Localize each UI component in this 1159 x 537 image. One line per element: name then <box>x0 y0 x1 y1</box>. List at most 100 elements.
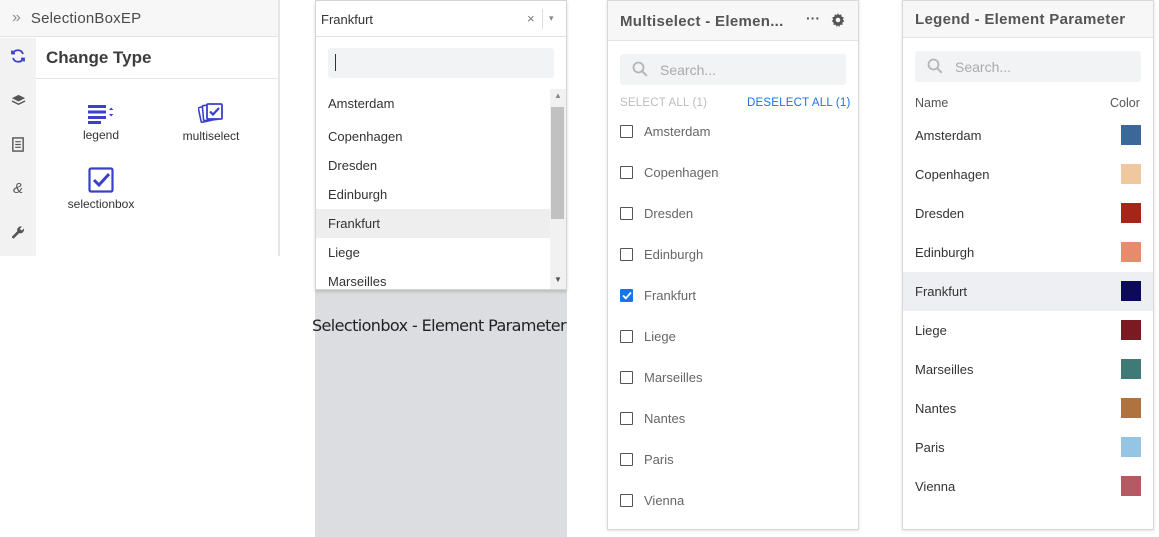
dropdown-option[interactable]: Dresden <box>316 151 550 180</box>
multiselect-option[interactable]: Dresden <box>620 203 693 223</box>
select-separator <box>542 9 543 29</box>
legend-row[interactable]: Copenhagen <box>903 155 1153 194</box>
dropdown-option[interactable]: Liege <box>316 238 550 267</box>
legend-item-name: Copenhagen <box>915 167 990 182</box>
dropdown-search-input[interactable] <box>328 48 554 78</box>
dropdown-option[interactable]: Amsterdam <box>316 89 550 118</box>
multiselect-option[interactable]: Marseilles <box>620 367 703 387</box>
type-tile-multiselect[interactable]: multiselect <box>156 101 266 143</box>
legend-item-name: Marseilles <box>915 362 974 377</box>
color-swatch <box>1121 320 1141 340</box>
option-label: Amsterdam <box>644 123 711 139</box>
legend-row[interactable]: Liege <box>903 311 1153 350</box>
search-icon <box>632 61 648 82</box>
type-tile-selectionbox[interactable]: selectionbox <box>46 167 156 211</box>
scroll-up-icon[interactable]: ▲ <box>554 91 562 100</box>
tile-label: legend <box>82 128 120 142</box>
option-label: Paris <box>644 451 674 467</box>
more-options-icon[interactable]: ··· <box>806 10 820 26</box>
search-icon <box>927 58 943 79</box>
color-swatch <box>1121 203 1141 223</box>
selectionbox-icon <box>88 167 114 193</box>
multiselect-option[interactable]: Edinburgh <box>620 244 703 264</box>
dropdown-option[interactable]: Marseilles <box>316 267 550 289</box>
scrollbar-thumb[interactable] <box>551 107 564 219</box>
dropdown-option[interactable]: Edinburgh <box>316 180 550 209</box>
legend-row[interactable]: Dresden <box>903 194 1153 233</box>
option-label: Vienna <box>644 492 685 508</box>
legend-row[interactable]: Paris <box>903 428 1153 467</box>
expand-chevron-icon[interactable]: » <box>12 9 21 27</box>
multiselect-option[interactable]: Liege <box>620 326 676 346</box>
checkbox[interactable] <box>620 206 633 220</box>
color-swatch <box>1121 359 1141 379</box>
multiselect-search-input[interactable]: Search... <box>620 54 846 85</box>
checkbox[interactable] <box>620 493 633 507</box>
multiselect-panel: Multiselect - Elemen... ··· Search... SE… <box>607 0 859 530</box>
legend-row[interactable]: Edinburgh <box>903 233 1153 272</box>
tile-label: selectionbox <box>67 197 135 211</box>
text-caret <box>335 54 336 71</box>
gear-icon[interactable] <box>831 13 845 32</box>
color-swatch <box>1121 164 1141 184</box>
dropdown-option[interactable]: Copenhagen <box>316 122 550 151</box>
checkbox[interactable] <box>620 411 633 425</box>
select-all-link[interactable]: SELECT ALL (1) <box>620 97 707 109</box>
selected-value: Frankfurt <box>321 12 374 27</box>
multiselect-option[interactable]: Copenhagen <box>620 162 718 182</box>
wrench-icon[interactable] <box>8 222 28 242</box>
dropdown-option-selected[interactable]: Frankfurt <box>316 209 550 238</box>
legend-row[interactable]: Vienna <box>903 467 1153 506</box>
scroll-down-icon[interactable]: ▼ <box>554 275 562 284</box>
checkbox[interactable] <box>620 370 633 384</box>
multiselect-option[interactable]: Amsterdam <box>620 121 710 141</box>
multiselect-option[interactable]: Frankfurt <box>620 285 696 305</box>
legend-item-name: Paris <box>915 440 945 455</box>
legend-row[interactable]: Frankfurt <box>903 272 1153 311</box>
deselect-all-link[interactable]: DESELECT ALL (1) <box>747 97 851 109</box>
type-tile-legend[interactable]: legend <box>46 104 156 142</box>
legend-item-name: Edinburgh <box>915 245 975 260</box>
checkbox[interactable] <box>620 452 633 466</box>
legend-item-name: Amsterdam <box>915 128 982 143</box>
legend-icon <box>88 105 114 124</box>
legend-item-name: Liege <box>915 323 947 338</box>
change-type-panel: » SelectionBoxEP & Change Type legend mu… <box>0 0 280 256</box>
checkbox[interactable] <box>620 329 633 343</box>
refresh-icon[interactable] <box>8 46 28 66</box>
legend-header: Legend - Element Parameter <box>903 1 1153 38</box>
chevron-down-icon[interactable]: ▾ <box>549 13 554 24</box>
checkbox-checked[interactable] <box>620 288 633 302</box>
tile-label: multiselect <box>182 129 240 143</box>
column-header-name: Name <box>915 96 949 110</box>
option-label: Marseilles <box>644 369 703 385</box>
legend-title: Legend - Element Parameter <box>915 11 1126 28</box>
multiselect-option[interactable]: Nantes <box>620 408 685 428</box>
multiselect-icon <box>198 103 223 123</box>
color-swatch <box>1121 437 1141 457</box>
clear-icon[interactable]: × <box>527 11 535 26</box>
legend-panel: Legend - Element Parameter Search... Nam… <box>902 0 1154 530</box>
option-label: Edinburgh <box>644 246 704 262</box>
multiselect-option[interactable]: Vienna <box>620 490 684 510</box>
color-swatch <box>1121 398 1141 418</box>
legend-row[interactable]: Amsterdam <box>903 116 1153 155</box>
document-icon[interactable] <box>8 134 28 154</box>
section-header: Change Type <box>36 38 278 79</box>
legend-item-name: Vienna <box>915 479 956 494</box>
legend-search-input[interactable]: Search... <box>915 51 1141 82</box>
color-swatch <box>1121 476 1141 496</box>
checkbox[interactable] <box>620 124 633 138</box>
selectionbox-select[interactable]: Frankfurt × ▾ <box>316 1 566 37</box>
layers-icon[interactable] <box>8 90 28 110</box>
legend-row[interactable]: Nantes <box>903 389 1153 428</box>
dropdown-scrollbar[interactable]: ▲ ▼ <box>550 89 566 289</box>
checkbox[interactable] <box>620 247 633 261</box>
legend-row[interactable]: Marseilles <box>903 350 1153 389</box>
color-swatch <box>1121 125 1141 145</box>
ampersand-icon[interactable]: & <box>8 178 28 198</box>
search-placeholder: Search... <box>660 62 717 78</box>
color-swatch <box>1121 242 1141 262</box>
checkbox[interactable] <box>620 165 633 179</box>
multiselect-option[interactable]: Paris <box>620 449 674 469</box>
